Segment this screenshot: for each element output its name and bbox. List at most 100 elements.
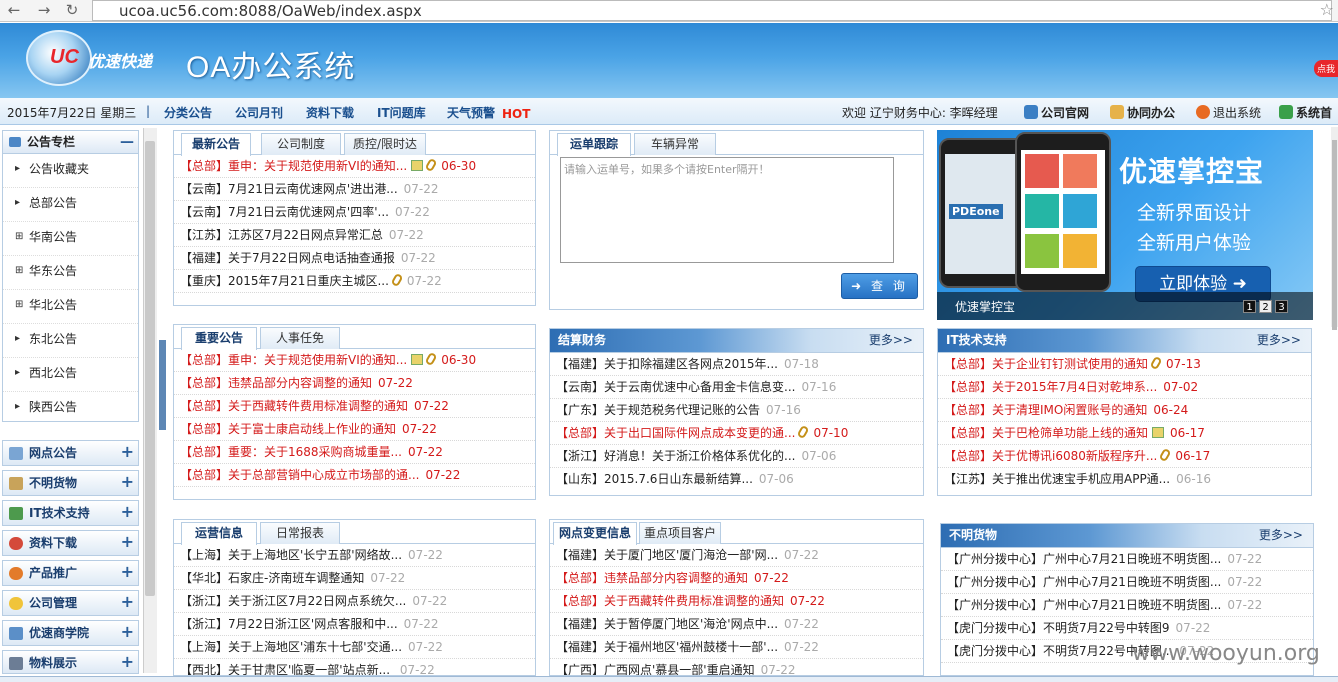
sidebar-cat-downloads[interactable]: 资料下载 + <box>2 530 139 556</box>
expand-icon[interactable]: ⊞ <box>15 256 23 286</box>
expand-plus-icon[interactable]: + <box>121 500 134 524</box>
banner-badge[interactable]: 点我 <box>1313 60 1338 77</box>
tab-vehicle-exception[interactable]: 车辆异常 <box>634 133 716 155</box>
link-home[interactable]: 系统首 <box>1279 104 1332 121</box>
slide-page-2[interactable]: 2 <box>1259 300 1272 313</box>
expand-plus-icon[interactable]: + <box>121 560 134 584</box>
list-item[interactable]: 【云南】7月21日云南优速网点'进出港... 07-22 <box>174 178 535 201</box>
sidebar-cat-branch-notices[interactable]: 网点公告 + <box>2 440 139 466</box>
tab-operations[interactable]: 运营信息 <box>181 522 257 545</box>
expand-plus-icon[interactable]: + <box>121 650 134 674</box>
list-item[interactable]: 【华北】石家庄-济南班车调整通知 07-22 <box>174 567 535 590</box>
list-item[interactable]: 【云南】7月21日云南优速网点'四率'... 07-22 <box>174 201 535 224</box>
url-input[interactable]: ucoa.uc56.com:8088/OaWeb/index.aspx <box>92 0 1332 21</box>
sidebar-item-south[interactable]: ⊞ 华南公告 <box>3 222 138 256</box>
list-item[interactable]: 【浙江】关于浙江区7月22日网点系统欠... 07-22 <box>174 590 535 613</box>
tab-daily-report[interactable]: 日常报表 <box>260 522 340 544</box>
expand-plus-icon[interactable]: + <box>121 620 134 644</box>
list-item[interactable]: 【云南】关于云南优速中心备用金卡信息变... 07-16 <box>550 376 923 399</box>
list-item[interactable]: 【广东】关于规范税务代理记账的公告 07-16 <box>550 399 923 422</box>
sidebar-scroll-thumb[interactable] <box>145 141 155 596</box>
list-item[interactable]: 【总部】违禁品部分内容调整的通知 07-22 <box>550 567 923 590</box>
list-item[interactable]: 【总部】关于清理IMO闲置账号的通知 06-24 <box>938 399 1311 422</box>
list-item[interactable]: 【福建】关于7月22日网点电话抽查通报 07-22 <box>174 247 535 270</box>
sidebar-cat-it-support[interactable]: IT技术支持 + <box>2 500 139 526</box>
list-item[interactable]: 【西北】关于甘肃区'临夏一部'站点新... 07-22 <box>174 659 535 675</box>
list-item[interactable]: 【总部】关于巴枪筛单功能上线的通知 06-17 <box>938 422 1311 445</box>
more-link[interactable]: 更多>> <box>1257 329 1301 352</box>
expand-plus-icon[interactable]: + <box>121 440 134 464</box>
list-item[interactable]: 【江苏】江苏区7月22日网点异常汇总 07-22 <box>174 224 535 247</box>
sidebar-item-east[interactable]: ⊞ 华东公告 <box>3 256 138 290</box>
sidebar-item-hq[interactable]: ▸ 总部公告 <box>3 188 138 222</box>
tab-quality[interactable]: 质控/限时达 <box>344 133 426 155</box>
list-item[interactable]: 【总部】关于优博讯i6080新版程序升... 06-17 <box>938 445 1311 468</box>
list-item[interactable]: 【广州分拨中心】广州中心7月21日晚班不明货图... 07-22 <box>941 594 1313 617</box>
sidebar-cat-academy[interactable]: 优速商学院 + <box>2 620 139 646</box>
reload-icon[interactable]: ↻ <box>62 1 82 19</box>
list-item[interactable]: 【总部】关于富士康启动线上作业的通知 07-22 <box>174 418 535 441</box>
tab-tracking[interactable]: 运单跟踪 <box>557 133 631 156</box>
list-item[interactable]: 【总部】关于西藏转件费用标准调整的通知 07-22 <box>550 590 923 613</box>
list-item[interactable]: 【浙江】好消息！关于浙江价格体系优化的... 07-06 <box>550 445 923 468</box>
menu-it-questions[interactable]: IT问题库 <box>377 104 426 121</box>
expand-icon[interactable]: ⊞ <box>15 290 23 320</box>
expand-plus-icon[interactable]: + <box>121 470 134 494</box>
page-scroll-thumb[interactable] <box>1332 140 1337 330</box>
collapse-icon[interactable]: — <box>120 131 134 153</box>
list-item[interactable]: 【福建】关于扣除福建区各网点2015年... 07-18 <box>550 353 923 376</box>
sidebar-item-northwest[interactable]: ▸ 西北公告 <box>3 358 138 392</box>
menu-weather[interactable]: 天气预警 <box>447 104 495 121</box>
forward-icon[interactable]: → <box>34 1 54 19</box>
list-item[interactable]: 【福建】关于暂停厦门地区'海沧'网点中... 07-22 <box>550 613 923 636</box>
sidebar-item-northeast[interactable]: ▸ 东北公告 <box>3 324 138 358</box>
menu-monthly[interactable]: 公司月刊 <box>235 104 283 121</box>
list-item[interactable]: 【上海】关于上海地区'长宁五部'网络故... 07-22 <box>174 544 535 567</box>
query-button[interactable]: ➜ 查 询 <box>841 273 918 299</box>
list-item[interactable]: 【虎门分拨中心】不明货7月22号中转图9 07-22 <box>941 617 1313 640</box>
list-item[interactable]: 【总部】违禁品部分内容调整的通知 07-22 <box>174 372 535 395</box>
tab-key-clients[interactable]: 重点项目客户 <box>639 522 721 544</box>
expand-icon[interactable]: ⊞ <box>15 222 23 252</box>
tab-latest[interactable]: 最新公告 <box>181 133 251 156</box>
sidebar-item-north[interactable]: ⊞ 华北公告 <box>3 290 138 324</box>
list-item[interactable]: 【总部】关于总部营销中心成立市场部的通... 07-22 <box>174 464 535 487</box>
tab-personnel[interactable]: 人事任免 <box>260 327 340 349</box>
sidebar-cat-materials[interactable]: 物料展示 + <box>2 650 139 674</box>
slide-page-3[interactable]: 3 <box>1275 300 1288 313</box>
list-item[interactable]: 【上海】关于上海地区'浦东十七部'交通... 07-22 <box>174 636 535 659</box>
list-item[interactable]: 【总部】重申：关于规范使用新VI的通知... 06-30 <box>174 155 535 178</box>
sidebar-item-favorites[interactable]: ▸ 公告收藏夹 <box>3 154 138 188</box>
menu-category-notices[interactable]: 分类公告 <box>164 104 212 121</box>
bookmark-star-icon[interactable]: ☆ <box>1320 0 1334 19</box>
list-item[interactable]: 【总部】关于出口国际件网点成本变更的通... 07-10 <box>550 422 923 445</box>
list-item[interactable]: 【广州分拨中心】广州中心7月21日晚班不明货图... 07-22 <box>941 571 1313 594</box>
sidebar-cat-management[interactable]: 公司管理 + <box>2 590 139 616</box>
sidebar-section-header[interactable]: 公告专栏 — <box>3 131 138 154</box>
promo-banner[interactable]: PDEone 优速掌控宝 全新界面设计 全新用户体验 立即体验 ➜ 优速掌控宝 … <box>937 130 1313 320</box>
sidebar-cat-unknown-goods[interactable]: 不明货物 + <box>2 470 139 496</box>
list-item[interactable]: 【总部】关于企业钉钉测试使用的通知 07-13 <box>938 353 1311 376</box>
tab-regulations[interactable]: 公司制度 <box>261 133 341 155</box>
list-item[interactable]: 【广州分拨中心】广州中心7月21日晚班不明货图... 07-22 <box>941 548 1313 571</box>
list-item[interactable]: 【广西】广西网点'慕县一部'重启通知 07-22 <box>550 659 923 675</box>
expand-plus-icon[interactable]: + <box>121 530 134 554</box>
list-item[interactable]: 【江苏】关于推出优速宝手机应用APP通... 06-16 <box>938 468 1311 491</box>
list-item[interactable]: 【山东】2015.7.6日山东最新结算... 07-06 <box>550 468 923 491</box>
list-item[interactable]: 【福建】关于福州地区'福州鼓楼十一部'... 07-22 <box>550 636 923 659</box>
tab-important[interactable]: 重要公告 <box>181 327 257 350</box>
expand-plus-icon[interactable]: + <box>121 590 134 614</box>
waybill-input[interactable]: 请输入运单号，如果多个请按Enter隔开！ <box>560 157 894 263</box>
tab-network-changes[interactable]: 网点变更信息 <box>553 522 637 545</box>
link-collab[interactable]: 协同办公 <box>1110 104 1175 121</box>
sidebar-item-shaanxi[interactable]: ▸ 陕西公告 <box>3 392 138 426</box>
list-item[interactable]: 【总部】重要：关于1688采购商城重量... 07-22 <box>174 441 535 464</box>
link-logout[interactable]: 退出系统 <box>1196 104 1261 121</box>
list-item[interactable]: 【浙江】7月22日浙江区'网点客服和中... 07-22 <box>174 613 535 636</box>
list-item[interactable]: 【重庆】2015年7月21日重庆主城区... 07-22 <box>174 270 535 293</box>
menu-downloads[interactable]: 资料下载 <box>306 104 354 121</box>
more-link[interactable]: 更多>> <box>1259 524 1303 547</box>
list-item[interactable]: 【福建】关于厦门地区'厦门海沧一部'网... 07-22 <box>550 544 923 567</box>
list-item[interactable]: 【总部】重申：关于规范使用新VI的通知... 06-30 <box>174 349 535 372</box>
more-link[interactable]: 更多>> <box>869 329 913 352</box>
